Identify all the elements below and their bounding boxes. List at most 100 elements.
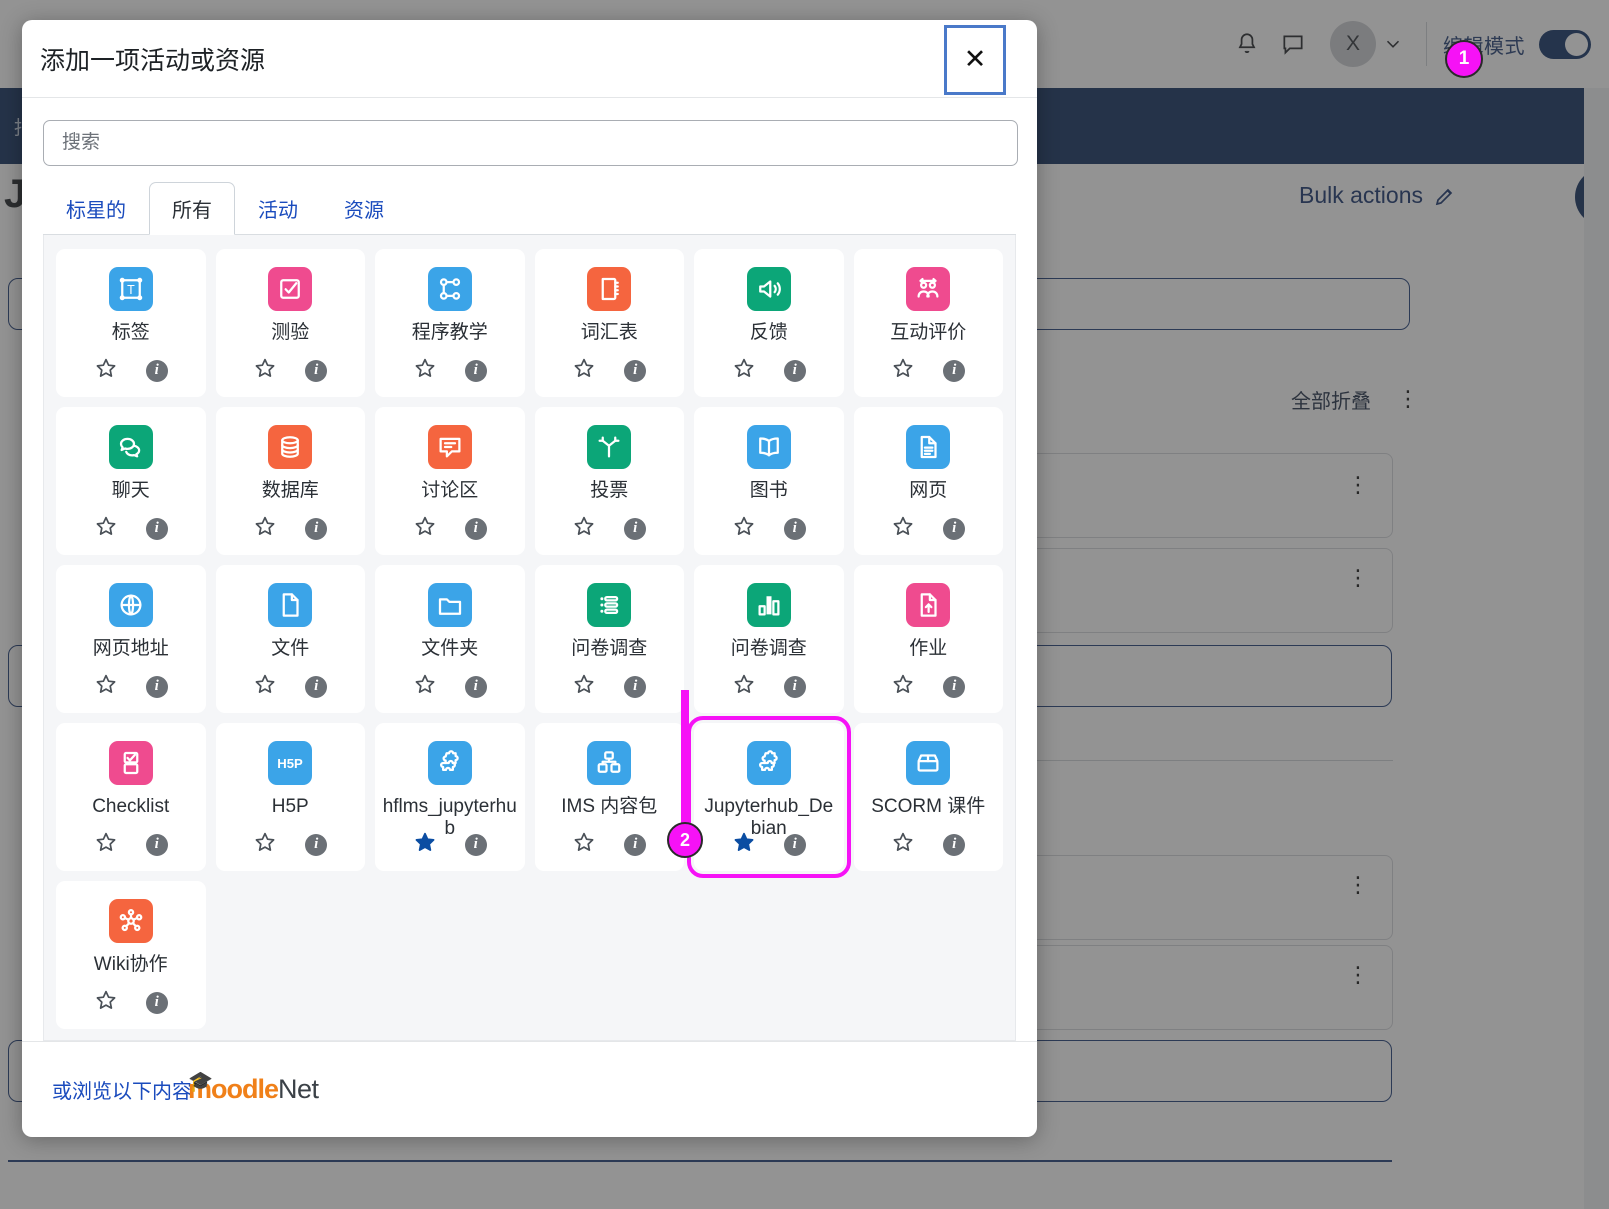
moodlenet-logo[interactable]: 🎓 moodle Net [188, 1071, 319, 1105]
close-button[interactable]: ✕ [944, 24, 1006, 95]
activity-chip[interactable]: 数据库 i [215, 407, 365, 555]
activity-chip[interactable]: IMS 内容包 i [534, 723, 685, 871]
star-outline-icon[interactable] [253, 672, 277, 701]
star-outline-icon[interactable] [94, 514, 118, 543]
activity-chip[interactable]: 投票 i [534, 407, 684, 555]
star-outline-icon[interactable] [572, 830, 596, 859]
activity-chip-label: IMS 内容包 [561, 796, 658, 817]
activity-chip[interactable]: Jupyterhub_Debian i [687, 716, 851, 878]
info-icon[interactable]: i [943, 359, 966, 382]
info-icon[interactable]: i [783, 675, 806, 698]
info-icon[interactable]: i [464, 833, 487, 856]
activity-chip-actions: i [535, 672, 685, 701]
modal-footer: 或浏览以下内容 🎓 moodle Net [22, 1041, 1037, 1137]
info-icon[interactable]: i [464, 675, 487, 698]
activity-chip-label: H5P [271, 796, 309, 817]
star-outline-icon[interactable] [891, 514, 915, 543]
star-outline-icon[interactable] [94, 988, 118, 1017]
star-outline-icon[interactable] [253, 830, 277, 859]
star-outline-icon[interactable] [94, 672, 118, 701]
activity-chip-actions: i [216, 672, 366, 701]
activity-chip-label: 文件夹 [421, 638, 479, 659]
search-input[interactable] [43, 120, 1018, 166]
tab-4[interactable]: 资源 [321, 182, 407, 235]
star-outline-icon[interactable] [732, 356, 756, 385]
assignment-icon [906, 583, 951, 627]
activity-chip[interactable]: 网页 i [853, 407, 1003, 555]
info-icon[interactable]: i [783, 359, 806, 382]
activity-chip[interactable]: 测验 i [215, 249, 365, 397]
star-outline-icon[interactable] [891, 356, 915, 385]
activity-chip[interactable]: hflms_jupyterhub i [375, 723, 525, 871]
tab-2[interactable]: 所有 [149, 182, 235, 235]
annotation-stem-2 [681, 690, 689, 830]
info-icon[interactable]: i [943, 517, 966, 540]
activity-chip[interactable]: 问卷调查 i [534, 565, 685, 713]
star-outline-icon[interactable] [572, 514, 596, 543]
star-outline-icon[interactable] [413, 672, 437, 701]
activity-chip-actions: i [56, 356, 206, 385]
questionnaire-icon [587, 583, 632, 627]
info-icon[interactable]: i [305, 517, 328, 540]
star-filled-icon[interactable] [413, 830, 437, 859]
star-outline-icon[interactable] [891, 830, 915, 859]
star-outline-icon[interactable] [732, 514, 756, 543]
info-icon[interactable]: i [145, 517, 168, 540]
info-icon[interactable]: i [624, 359, 647, 382]
activity-chip[interactable]: T 标签 i [56, 249, 206, 397]
star-outline-icon[interactable] [732, 672, 756, 701]
activity-chip[interactable]: SCORM 课件 i [853, 723, 1003, 871]
h5p-icon: H5P [268, 741, 313, 785]
info-icon[interactable]: i [943, 675, 966, 698]
browse-moodlenet-link[interactable]: 或浏览以下内容 [52, 1075, 192, 1104]
database-icon [268, 425, 313, 469]
activity-chip[interactable]: Checklist i [56, 723, 206, 871]
activity-chip[interactable]: 反馈 i [694, 249, 844, 397]
info-icon[interactable]: i [145, 675, 168, 698]
info-icon[interactable]: i [783, 517, 806, 540]
info-icon[interactable]: i [783, 833, 806, 856]
activity-chip[interactable]: 互动评价 i [853, 249, 1003, 397]
star-outline-icon[interactable] [413, 514, 437, 543]
activity-chip[interactable]: H5P H5P i [215, 723, 365, 871]
workshop-icon [906, 267, 951, 311]
info-icon[interactable]: i [305, 675, 328, 698]
tab-1[interactable]: 标星的 [43, 182, 149, 235]
activity-chip[interactable]: 聊天 i [56, 407, 206, 555]
star-outline-icon[interactable] [253, 514, 277, 543]
activity-chip-actions: i [535, 830, 685, 859]
info-icon[interactable]: i [943, 833, 966, 856]
star-outline-icon[interactable] [94, 356, 118, 385]
info-icon[interactable]: i [624, 833, 647, 856]
info-icon[interactable]: i [145, 833, 168, 856]
activity-chip[interactable]: 词汇表 i [534, 249, 684, 397]
star-outline-icon[interactable] [413, 356, 437, 385]
tab-3[interactable]: 活动 [235, 182, 321, 235]
activity-chip[interactable]: 讨论区 i [375, 407, 525, 555]
star-outline-icon[interactable] [253, 356, 277, 385]
star-filled-icon[interactable] [732, 830, 756, 859]
star-outline-icon[interactable] [572, 672, 596, 701]
info-icon[interactable]: i [624, 675, 647, 698]
activity-chip[interactable]: 文件 i [215, 565, 366, 713]
activity-chip[interactable]: 程序教学 i [375, 249, 525, 397]
star-outline-icon[interactable] [891, 672, 915, 701]
info-icon[interactable]: i [145, 359, 168, 382]
puzzle-icon [427, 741, 472, 785]
info-icon[interactable]: i [145, 991, 168, 1014]
info-icon[interactable]: i [305, 833, 328, 856]
activity-chip[interactable]: 网页地址 i [56, 565, 206, 713]
activity-chip[interactable]: 作业 i [853, 565, 1003, 713]
activity-chip-actions: i [56, 514, 206, 543]
activity-chip[interactable]: 问卷调查 i [694, 565, 844, 713]
info-icon[interactable]: i [305, 359, 328, 382]
star-outline-icon[interactable] [94, 830, 118, 859]
info-icon[interactable]: i [464, 359, 487, 382]
activity-chip[interactable]: Wiki协作 i [56, 881, 206, 1029]
info-icon[interactable]: i [464, 517, 487, 540]
star-outline-icon[interactable] [572, 356, 596, 385]
info-icon[interactable]: i [624, 517, 647, 540]
activity-chip[interactable]: 图书 i [694, 407, 844, 555]
activity-chip[interactable]: 文件夹 i [375, 565, 525, 713]
globe-icon [108, 583, 153, 627]
